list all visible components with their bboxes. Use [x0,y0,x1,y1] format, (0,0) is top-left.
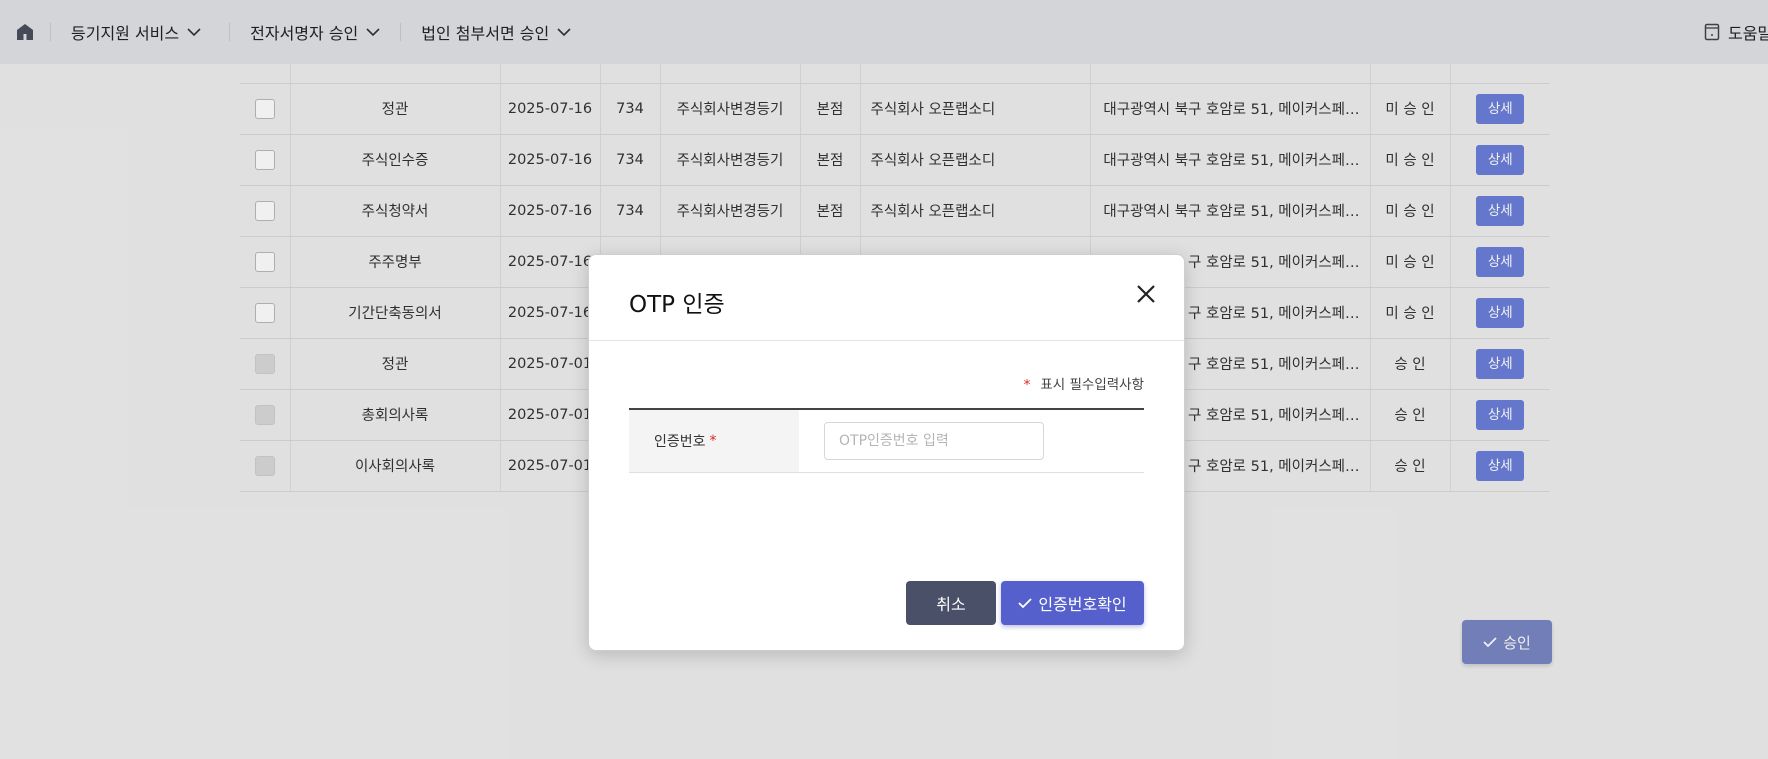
required-note-text: 표시 필수입력사항 [1040,377,1144,393]
otp-form: 인증번호 * [629,408,1144,473]
required-star: * [709,433,717,449]
modal-title: OTP 인증 [629,292,725,318]
otp-input[interactable] [824,422,1044,460]
cancel-label: 취소 [936,595,966,614]
required-star: * [1023,377,1031,393]
cancel-button[interactable]: 취소 [906,581,996,625]
otp-label-text: 인증번호 [654,434,706,450]
otp-input-cell [799,410,1144,472]
close-icon[interactable] [1135,283,1157,305]
divider [589,340,1184,341]
otp-label: 인증번호 * [629,410,799,472]
otp-modal: OTP 인증 *표시 필수입력사항 인증번호* 취소 인증번호확인 [588,254,1185,651]
confirm-otp-button[interactable]: 인증번호확인 [1001,581,1144,625]
required-note: * 표시 필수입력사항 [1024,373,1144,393]
confirm-label: 인증번호확인 [1038,595,1127,614]
check-icon [1018,598,1032,609]
